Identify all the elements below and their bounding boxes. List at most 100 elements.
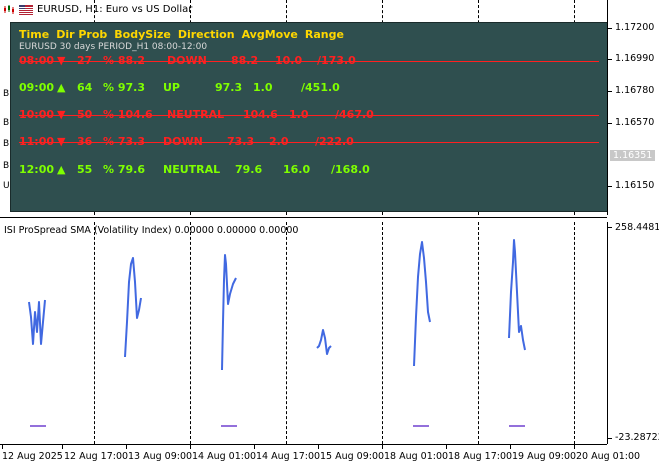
panel-row: 10:00 ▼ 50 % 104.6 NEUTRAL 104.6 1.0 /46… [19, 108, 599, 122]
hidden-label: U [3, 181, 10, 191]
indicator-plot [28, 239, 526, 427]
time-label: 18 Aug 17:00 [448, 451, 513, 462]
row-arrow-icon: ▼ [57, 54, 66, 67]
price-tick-label: 1.16570 [615, 117, 655, 128]
chart-type-icon[interactable] [3, 4, 15, 15]
header-time: Time [19, 28, 50, 41]
row-arrow-icon: ▼ [57, 135, 66, 148]
header-range: Range [304, 28, 344, 41]
price-tick [608, 59, 612, 60]
time-label: 13 Aug 09:00 [128, 451, 193, 462]
time-label: 15 Aug 09:00 [320, 451, 385, 462]
indicator-tick [608, 227, 612, 228]
indicator-pane[interactable]: ISI ProSpread SMA (Volatility Index) 0.0… [0, 222, 607, 444]
row-range: /222.0 [315, 135, 354, 148]
row-avg: 104.6 [243, 108, 278, 121]
row-prob: 55 [77, 163, 93, 176]
time-tick [446, 445, 447, 449]
time-tick [574, 445, 575, 449]
price-tick [608, 186, 612, 187]
time-tick [126, 445, 127, 449]
panel-header: Time Dir Prob BodySize Direction AvgMove Rang… [19, 28, 351, 41]
row-range: /173.0 [317, 54, 356, 67]
row-time: 12:00 [19, 163, 55, 176]
price-tick [608, 123, 612, 124]
indicator-title: ISI ProSpread SMA (Volatility Index) 0.0… [4, 225, 299, 236]
volatility-line [413, 241, 431, 367]
row-direction: NEUTRAL [163, 163, 221, 176]
row-direction: DOWN [167, 54, 207, 67]
row-direction: DOWN [163, 135, 203, 148]
row-body: % 104.6 [103, 108, 153, 121]
price-tick [608, 28, 612, 29]
volatility-line [316, 329, 332, 355]
row-prob: 36 [77, 135, 93, 148]
row-body: % 88.2 [103, 54, 145, 67]
pane-divider[interactable] [0, 217, 607, 218]
current-price-badge: 1.16351 [610, 150, 656, 161]
time-tick [2, 445, 3, 449]
row-range: /467.0 [335, 108, 374, 121]
row-direction: NEUTRAL [167, 108, 225, 121]
symbol-title: EURUSD, H1: Euro vs US Dollar [37, 4, 193, 15]
time-tick [62, 445, 63, 449]
header-bodysize: BodySize [114, 28, 171, 41]
us-flag-icon [19, 4, 33, 15]
time-label: 14 Aug 17:00 [256, 451, 321, 462]
time-tick [190, 445, 191, 449]
row-x: 10.0 [275, 54, 303, 67]
row-avg: 88.2 [231, 54, 259, 67]
header-dir-prob: Dir Prob [56, 28, 108, 41]
panel-row: 11:00 ▼ 36 % 73.3 DOWN 73.3 2.0 /222.0 [19, 135, 599, 149]
row-prob: 27 [77, 54, 93, 67]
indicator-tick [608, 438, 612, 439]
row-time: 09:00 [19, 81, 55, 94]
row-x: 16.0 [283, 163, 311, 176]
row-x: 1.0 [289, 108, 309, 121]
stats-panel: Time Dir Prob BodySize Direction AvgMove Rang… [10, 22, 608, 212]
row-x: 1.0 [253, 81, 273, 94]
time-axis[interactable]: 12 Aug 2025 12 Aug 17:00 13 Aug 09:00 14… [0, 444, 640, 468]
row-x: 2.0 [269, 135, 289, 148]
row-time: 11:00 [19, 135, 55, 148]
price-tick [608, 91, 612, 92]
row-time: 10:00 [19, 108, 55, 121]
price-tick-label: 1.16150 [615, 180, 655, 191]
chart-title: EURUSD, H1: Euro vs US Dollar [3, 4, 192, 15]
hidden-label: B [3, 118, 10, 128]
hidden-label: B [3, 89, 10, 99]
price-tick-label: 1.17200 [615, 22, 655, 33]
hidden-label: B [3, 161, 10, 171]
row-arrow-icon: ▲ [57, 163, 66, 176]
row-body: % 97.3 [103, 81, 145, 94]
price-tick-label: 1.16990 [615, 53, 655, 64]
indicator-max-label: 258.44811 [615, 222, 659, 233]
price-scale[interactable]: 1.17200 1.16990 1.16780 1.16570 1.16351 … [607, 0, 659, 215]
volatility-line [124, 257, 142, 358]
row-range: /451.0 [301, 81, 340, 94]
row-avg: 79.6 [235, 163, 263, 176]
time-label: 12 Aug 17:00 [64, 451, 129, 462]
main-chart-pane[interactable]: EURUSD, H1: Euro vs US Dollar B B B B U … [0, 0, 608, 215]
header-avgmove: AvgMove [241, 28, 298, 41]
time-tick [382, 445, 383, 449]
time-label: 18 Aug 01:00 [384, 451, 449, 462]
time-tick [510, 445, 511, 449]
volatility-line [508, 239, 526, 351]
time-label: 20 Aug 01:00 [576, 451, 641, 462]
row-arrow-icon: ▲ [57, 81, 66, 94]
price-tick-label: 1.16780 [615, 85, 655, 96]
panel-row: 08:00 ▼ 27 % 88.2 DOWN 88.2 10.0 /173.0 [19, 54, 599, 68]
time-label: 19 Aug 09:00 [512, 451, 577, 462]
row-avg: 73.3 [227, 135, 255, 148]
header-direction: Direction [177, 28, 235, 41]
row-prob: 50 [77, 108, 93, 121]
row-time: 08:00 [19, 54, 55, 67]
volatility-line [221, 254, 237, 371]
time-tick [318, 445, 319, 449]
row-avg: 97.3 [215, 81, 243, 94]
panel-subtitle: EURUSD 30 days PERIOD_H1 08:00-12:00 [19, 42, 208, 52]
indicator-scale[interactable]: 258.44811 -23.28722 [607, 222, 659, 444]
row-prob: 64 [77, 81, 93, 94]
time-label: 12 Aug 2025 [2, 451, 63, 462]
